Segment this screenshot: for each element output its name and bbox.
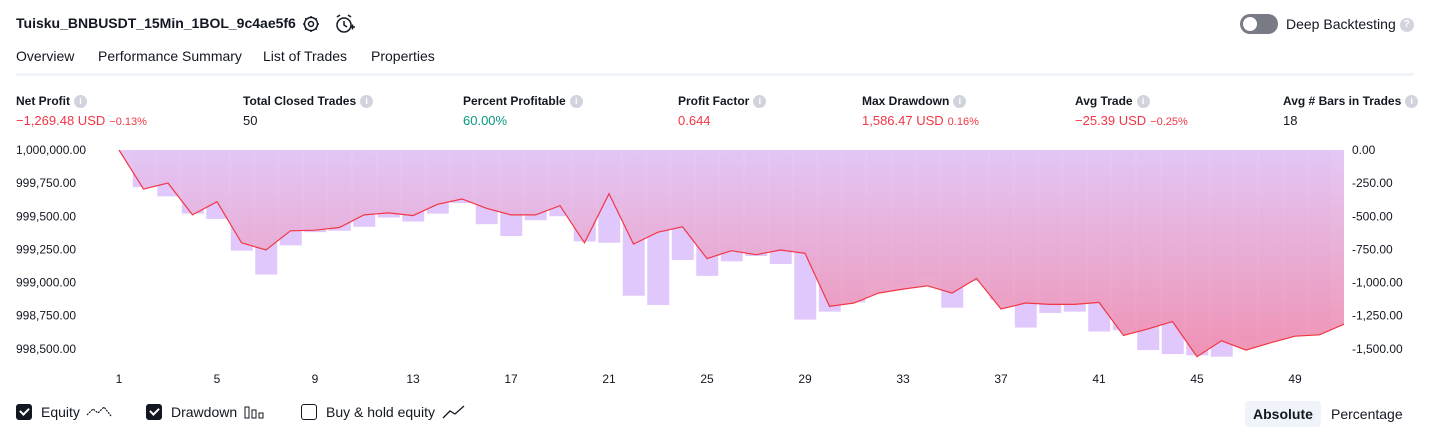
metric-label: Max Drawdown [862, 94, 950, 108]
left-axis: 1,000,000.00 999,750.00 999,500.00 999,250.… [16, 143, 86, 356]
metric-value: 18 [1283, 113, 1298, 129]
x-axis-label: 9 [312, 372, 319, 386]
drawdown-bars-icon [244, 406, 264, 419]
metric-label: Net Profit [16, 94, 70, 108]
metric-value: 1,586.47 USD [862, 113, 944, 129]
x-axis-label: 37 [994, 372, 1008, 386]
x-axis-label: 45 [1190, 372, 1204, 386]
metric-sub: 0.16% [947, 116, 979, 129]
percentage-button[interactable]: Percentage [1323, 401, 1411, 427]
metric-value: −25.39 USD [1075, 113, 1147, 129]
info-icon[interactable]: i [753, 95, 767, 109]
question-icon[interactable]: ? [1399, 18, 1414, 33]
tab-overview[interactable]: Overview [16, 48, 75, 76]
info-icon[interactable]: i [74, 95, 87, 109]
metric-avg-trade: Avg Trade i −25.39 USD −0.25% [1075, 94, 1188, 128]
right-axis: 0.00 -250.00 -500.00 -750.00 -1,000.00 -1,250… [1352, 143, 1403, 356]
info-icon[interactable]: i [569, 95, 583, 109]
absolute-button[interactable]: Absolute [1245, 401, 1321, 427]
tab-properties[interactable]: Properties [371, 48, 435, 64]
metric-max-drawdown: Max Drawdown i 1,586.47 USD 0.16% [862, 94, 979, 128]
metric-value: 50 [243, 113, 258, 129]
info-icon[interactable]: i [1136, 95, 1150, 109]
metric-label: Percent Profitable [463, 94, 566, 108]
metric-label: Profit Factor [678, 94, 750, 108]
metric-percent-profitable: Percent Profitable i 60.00% [463, 94, 583, 128]
x-axis-label: 25 [700, 372, 714, 386]
tab-divider [16, 73, 1414, 76]
settings-icon[interactable] [301, 14, 321, 34]
metric-sub: −0.25% [1150, 116, 1188, 129]
right-axis-label: -750.00 [1352, 242, 1393, 256]
legend-equity[interactable]: Equity [16, 404, 112, 420]
left-axis-label: 998,750.00 [16, 309, 76, 323]
tab-list-of-trades[interactable]: List of Trades [263, 48, 347, 64]
metric-value: 60.00% [463, 113, 508, 129]
right-axis-label: -1,250.00 [1352, 309, 1403, 323]
legend-drawdown-label: Drawdown [171, 404, 238, 420]
x-axis-label: 17 [504, 372, 518, 386]
x-axis-label: 5 [214, 372, 221, 386]
info-icon[interactable]: i [360, 95, 374, 109]
metric-sub: −0.13% [109, 116, 147, 129]
equity-line-icon [86, 406, 112, 417]
metric-value: 0.644 [678, 113, 711, 129]
x-axis-label: 41 [1092, 372, 1106, 386]
metric-total-closed-trades: Total Closed Trades i 50 [243, 94, 374, 129]
x-axis-label: 33 [896, 372, 910, 386]
right-axis-label: -250.00 [1352, 176, 1393, 190]
left-axis-label: 999,000.00 [16, 276, 76, 290]
drawdown-checkbox[interactable] [146, 404, 162, 420]
legend-buy-hold-label: Buy & hold equity [326, 404, 435, 420]
metric-label: Avg Trade [1075, 94, 1133, 108]
x-axis: 1 5 9 13 17 21 25 29 33 37 41 45 49 [116, 372, 1302, 386]
toggle-knob [1243, 17, 1257, 31]
metric-profit-factor: Profit Factor i 0.644 [678, 94, 767, 129]
left-axis-label: 1,000,000.00 [16, 143, 86, 157]
left-axis-label: 999,250.00 [16, 242, 76, 256]
tab-performance-summary[interactable]: Performance Summary [98, 48, 242, 64]
deep-backtesting-text: Deep Backtesting [1286, 16, 1396, 32]
strategy-name: Tuisku_BNBUSDT_15Min_1BOL_9c4ae5f6 [16, 15, 296, 31]
equity-checkbox[interactable] [16, 404, 32, 420]
left-axis-label: 999,750.00 [16, 176, 76, 190]
x-axis-label: 13 [406, 372, 420, 386]
right-axis-label: 0.00 [1352, 143, 1376, 157]
deep-backtesting-label: Deep Backtesting ? [1286, 16, 1414, 33]
info-icon[interactable]: i [953, 95, 967, 109]
metric-avg-bars-in-trades: Avg # Bars in Trades i 18 [1283, 94, 1419, 129]
legend-buy-hold[interactable]: Buy & hold equity [301, 404, 466, 420]
legend-equity-label: Equity [41, 404, 80, 420]
x-axis-label: 49 [1288, 372, 1302, 386]
right-axis-label: -1,000.00 [1352, 276, 1403, 290]
legend-drawdown[interactable]: Drawdown [146, 404, 266, 420]
left-axis-label: 998,500.00 [16, 342, 76, 356]
right-axis-label: -500.00 [1352, 209, 1393, 223]
right-axis-label: -1,500.00 [1352, 342, 1403, 356]
metric-net-profit: Net Profit i −1,269.48 USD −0.13% [16, 94, 147, 128]
deep-backtesting-toggle[interactable] [1240, 14, 1278, 34]
buy-hold-line-icon [442, 405, 465, 419]
metric-value: −1,269.48 USD [16, 113, 106, 129]
equity-chart[interactable]: 1,000,000.00 999,750.00 999,500.00 999,250.… [0, 140, 1431, 392]
buy-hold-checkbox[interactable] [301, 404, 317, 420]
metric-label: Total Closed Trades [243, 94, 357, 108]
left-axis-label: 999,500.00 [16, 209, 76, 223]
info-icon[interactable]: i [1405, 95, 1419, 109]
x-axis-label: 1 [116, 372, 123, 386]
metric-label: Avg # Bars in Trades [1283, 94, 1402, 108]
x-axis-label: 21 [602, 372, 616, 386]
x-axis-label: 29 [798, 372, 812, 386]
add-alert-icon[interactable] [334, 13, 356, 35]
